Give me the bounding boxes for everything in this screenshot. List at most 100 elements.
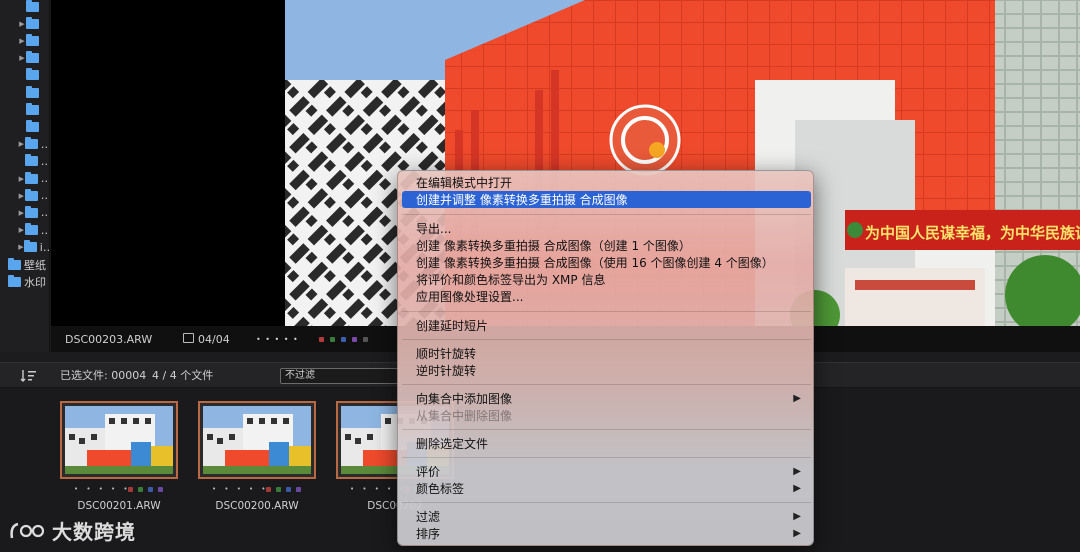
thumbnail-color-labels[interactable] xyxy=(266,487,301,492)
context-menu-item[interactable]: 创建 像素转换多重拍摄 合成图像（创建 1 个图像） xyxy=(402,237,811,254)
menu-item-label: 创建 像素转换多重拍摄 合成图像（创建 1 个图像） xyxy=(416,239,691,253)
folder-row[interactable]: … xyxy=(0,153,49,170)
folder-row[interactable] xyxy=(0,84,49,101)
folder-row[interactable]: ▶ xyxy=(0,50,49,67)
disclosure-triangle-icon[interactable]: ▶ xyxy=(18,226,25,234)
thumbnail-rating-dots[interactable]: • • • • • xyxy=(74,485,131,493)
stack-icon xyxy=(183,333,194,343)
folder-icon xyxy=(8,274,21,287)
folder-label: … xyxy=(41,172,49,185)
folder-row[interactable]: 壁纸 xyxy=(0,256,49,273)
color-label-swatch[interactable] xyxy=(352,337,357,342)
folder-label: … xyxy=(41,224,49,237)
menu-item-label: 在编辑模式中打开 xyxy=(416,176,513,190)
context-menu-item[interactable]: 评价 ▶ xyxy=(402,463,811,480)
color-label-swatch[interactable] xyxy=(296,487,301,492)
folder-label: 水印 xyxy=(24,275,46,289)
thumbnail-color-labels[interactable] xyxy=(128,487,163,492)
context-menu-item[interactable]: 逆时针旋转 xyxy=(402,362,811,379)
menu-item-label: 应用图像处理设置... xyxy=(416,290,524,304)
color-label-swatch[interactable] xyxy=(341,337,346,342)
menu-item-label: 评价 xyxy=(416,465,441,479)
folder-row[interactable]: ▶… xyxy=(0,204,49,221)
color-label-swatch[interactable] xyxy=(319,337,324,342)
folder-tree-panel: ▶▶▶▶……▶…▶…▶…▶…▶i…壁纸水印 xyxy=(0,0,50,352)
menu-item-label: 创建 像素转换多重拍摄 合成图像（使用 16 个图像创建 4 个图像） xyxy=(416,256,774,270)
disclosure-triangle-icon[interactable]: ▶ xyxy=(18,243,24,251)
context-menu-item[interactable]: 颜色标签 ▶ xyxy=(402,480,811,497)
color-label-swatch[interactable] xyxy=(138,487,143,492)
folder-row[interactable]: 水印 xyxy=(0,273,49,290)
color-label-swatch[interactable] xyxy=(363,337,368,342)
menu-item-label: 排序 xyxy=(416,527,441,541)
context-menu-item[interactable]: 将评价和颜色标签导出为 XMP 信息 xyxy=(402,271,811,288)
menu-item-label: 逆时针旋转 xyxy=(416,364,477,378)
color-label-swatch[interactable] xyxy=(158,487,163,492)
folder-row[interactable]: ▶… xyxy=(0,222,49,239)
filmstrip-thumbnail[interactable]: • • • • • DSC00200.ARW xyxy=(198,401,316,526)
disclosure-triangle-icon[interactable]: ▶ xyxy=(18,192,25,200)
context-menu-item[interactable]: 创建 像素转换多重拍摄 合成图像（使用 16 个图像创建 4 个图像） xyxy=(402,254,811,271)
disclosure-triangle-icon[interactable]: ▶ xyxy=(18,37,26,45)
context-menu-item[interactable]: 过滤 ▶ xyxy=(402,508,811,525)
color-label-swatch[interactable] xyxy=(286,487,291,492)
folder-label: … xyxy=(41,206,49,219)
watermark-text: 大数跨境 xyxy=(52,520,136,544)
watermark: 大数跨境 xyxy=(8,516,136,545)
menu-item-label: 向集合中添加图像 xyxy=(416,392,513,406)
menu-item-label: 过滤 xyxy=(416,510,441,524)
submenu-arrow-icon: ▶ xyxy=(793,483,801,494)
context-menu-item[interactable]: 排序 ▶ xyxy=(402,525,811,542)
context-menu-item[interactable]: 删除选定文件 xyxy=(402,435,811,452)
folder-label: … xyxy=(41,155,49,168)
thumbnail-frame[interactable] xyxy=(60,401,178,479)
menu-separator xyxy=(402,214,811,215)
thumbnail-frame[interactable] xyxy=(198,401,316,479)
disclosure-triangle-icon[interactable]: ▶ xyxy=(18,209,25,217)
menu-separator xyxy=(402,384,811,385)
color-labels[interactable] xyxy=(319,337,368,342)
sort-icon[interactable] xyxy=(20,368,38,384)
folder-row[interactable]: ▶ i… xyxy=(0,239,49,256)
folder-icon xyxy=(26,68,39,81)
folder-row[interactable] xyxy=(0,0,49,15)
menu-item-label: 导出... xyxy=(416,222,452,236)
submenu-arrow-icon: ▶ xyxy=(793,393,801,404)
context-menu-item[interactable]: 在编辑模式中打开 xyxy=(402,174,811,191)
folder-row[interactable]: ▶… xyxy=(0,170,49,187)
context-menu-item[interactable]: 创建并调整 像素转换多重拍摄 合成图像 xyxy=(402,191,811,208)
filmstrip-thumbnail[interactable]: • • • • • DSC00201.ARW xyxy=(60,401,178,526)
color-label-swatch[interactable] xyxy=(266,487,271,492)
thumbnail-rating-dots[interactable]: • • • • • xyxy=(212,485,269,493)
folder-icon xyxy=(26,51,39,64)
color-label-swatch[interactable] xyxy=(148,487,153,492)
filter-select[interactable]: 不过滤 xyxy=(280,368,400,384)
folder-row[interactable]: ▶ xyxy=(0,32,49,49)
folder-row[interactable] xyxy=(0,67,49,84)
disclosure-triangle-icon[interactable]: ▶ xyxy=(18,175,25,183)
color-label-swatch[interactable] xyxy=(276,487,281,492)
folder-row[interactable] xyxy=(0,118,49,135)
folder-label: … xyxy=(41,138,49,151)
folder-icon xyxy=(26,85,39,98)
context-menu-item[interactable]: 创建延时短片 xyxy=(402,317,811,334)
folder-row[interactable]: ▶… xyxy=(0,187,49,204)
preview-filename: DSC00203.ARW xyxy=(65,332,153,346)
color-label-swatch[interactable] xyxy=(330,337,335,342)
folder-row[interactable]: ▶ xyxy=(0,15,49,32)
folder-label: … xyxy=(41,189,49,202)
context-menu-item[interactable]: 顺时针旋转 xyxy=(402,345,811,362)
folder-row[interactable]: ▶… xyxy=(0,136,49,153)
disclosure-triangle-icon[interactable]: ▶ xyxy=(18,20,26,28)
disclosure-triangle-icon[interactable]: ▶ xyxy=(18,54,26,62)
submenu-arrow-icon: ▶ xyxy=(793,511,801,522)
context-menu-item[interactable]: 应用图像处理设置... xyxy=(402,288,811,305)
context-menu-item[interactable]: 导出... xyxy=(402,220,811,237)
disclosure-triangle-icon[interactable]: ▶ xyxy=(18,140,25,148)
folder-icon xyxy=(24,223,38,236)
context-menu-item[interactable]: 向集合中添加图像 ▶ xyxy=(402,390,811,407)
rating-dots[interactable]: • • • • • xyxy=(256,335,299,344)
context-menu: 在编辑模式中打开 创建并调整 像素转换多重拍摄 合成图像导出... 创建 像素转换多… xyxy=(397,170,814,546)
folder-row[interactable] xyxy=(0,101,49,118)
color-label-swatch[interactable] xyxy=(128,487,133,492)
